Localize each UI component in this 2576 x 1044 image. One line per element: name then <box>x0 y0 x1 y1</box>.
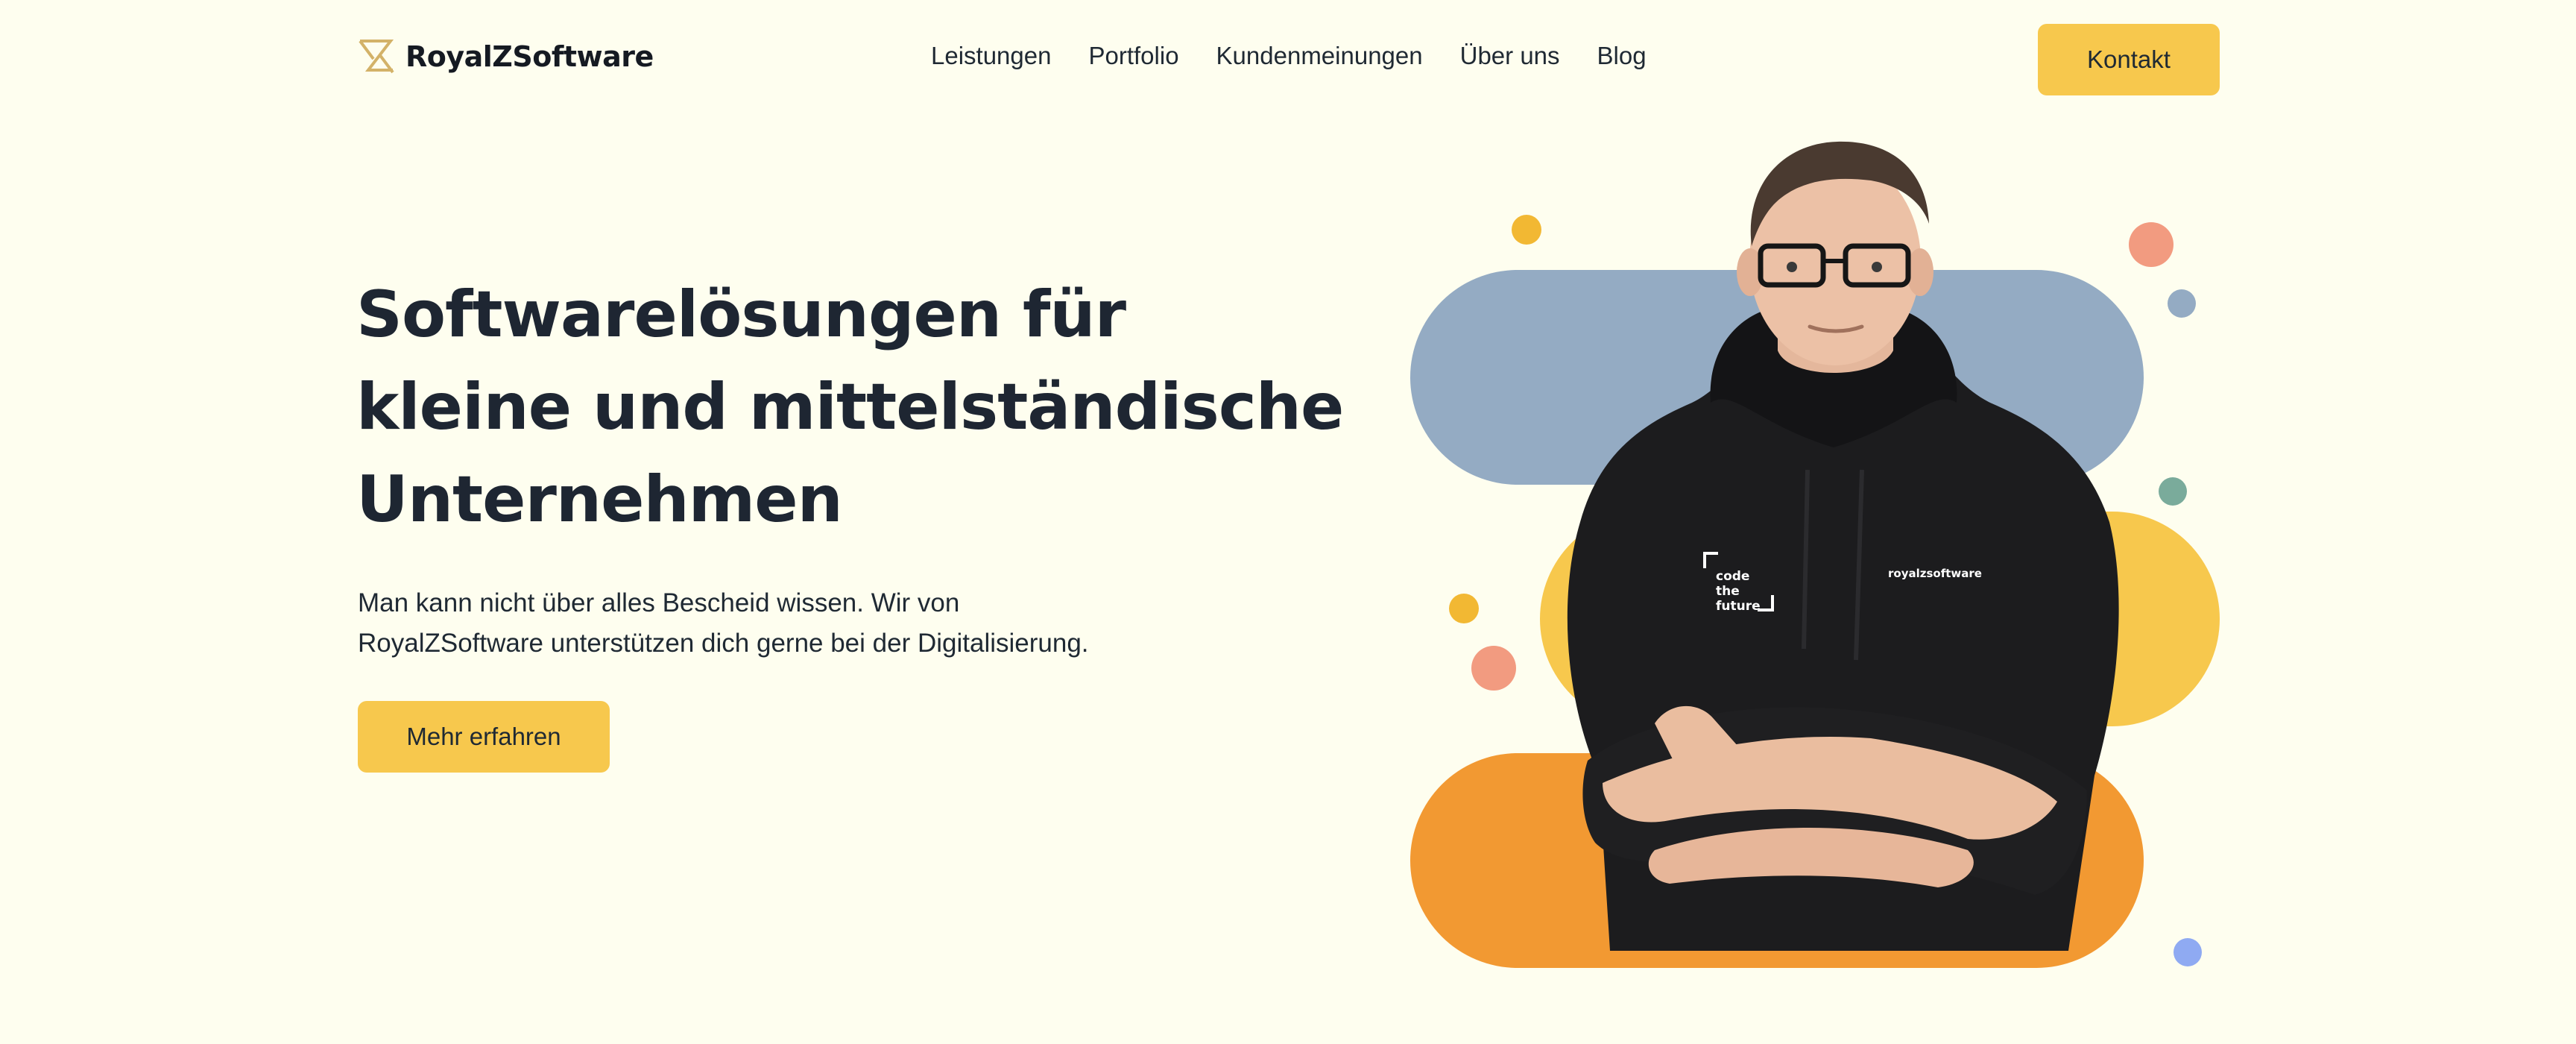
decorative-dot-periwinkle <box>2174 938 2202 966</box>
hero-headline-line-2: kleine und mittelständische <box>356 370 1344 444</box>
royalz-logo-icon <box>359 40 394 74</box>
hoodie-print-code: code <box>1716 569 1749 584</box>
decorative-dot-teal <box>2159 477 2187 506</box>
decorative-dot-blue-top <box>2168 289 2196 318</box>
hero-subtext: Man kann nicht über alles Bescheid wisse… <box>358 583 1215 664</box>
hero-headline-line-3: Unternehmen <box>356 462 843 537</box>
nav-item-leistungen[interactable]: Leistungen <box>931 42 1051 70</box>
hero-subtext-line-1: Man kann nicht über alles Bescheid wisse… <box>358 588 960 617</box>
learn-more-button[interactable]: Mehr erfahren <box>358 701 610 773</box>
main-nav: Leistungen Portfolio Kundenmeinungen Übe… <box>931 42 1647 70</box>
contact-button[interactable]: Kontakt <box>2038 24 2220 95</box>
nav-item-blog[interactable]: Blog <box>1597 42 1647 70</box>
hoodie-print-future: future <box>1716 599 1761 614</box>
nav-item-kundenmeinungen[interactable]: Kundenmeinungen <box>1216 42 1423 70</box>
brand-logo[interactable]: RoyalZSoftware <box>358 39 654 75</box>
hoodie-print-brand: royalzsoftware <box>1888 567 1982 580</box>
hero-headline-line-1: Softwarelösungen für <box>356 277 1126 352</box>
hoodie-print-the: the <box>1716 584 1740 599</box>
founder-photo: code the future royalzsoftware <box>1567 141 2119 951</box>
nav-item-portfolio[interactable]: Portfolio <box>1088 42 1178 70</box>
decorative-dot-salmon-left <box>1471 646 1516 691</box>
nav-item-ueber-uns[interactable]: Über uns <box>1460 42 1560 70</box>
hero-subtext-line-2: RoyalZSoftware unterstützen dich gerne b… <box>358 629 1089 658</box>
brand-name: RoyalZSoftware <box>405 40 654 73</box>
hero-headline: Softwarelösungen für kleine und mittelst… <box>356 268 1344 546</box>
decorative-dot-yellow-left <box>1449 594 1479 623</box>
